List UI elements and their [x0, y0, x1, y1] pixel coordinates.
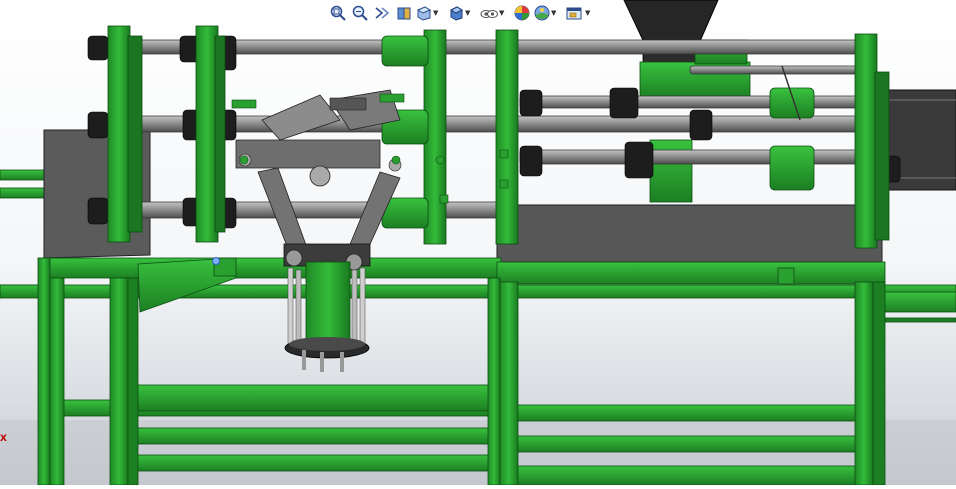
reference-triad: X: [0, 434, 7, 444]
zoom-to-fit-icon: [330, 5, 346, 21]
zoom-to-area-button[interactable]: [350, 3, 370, 23]
edit-appearance-button[interactable]: [512, 3, 532, 23]
view-orientation-button[interactable]: ▼: [416, 3, 446, 23]
chevron-down-icon: ▼: [585, 9, 591, 17]
apply-scene-button[interactable]: ▼: [534, 3, 564, 23]
view-settings-button[interactable]: ▼: [566, 3, 596, 23]
right-table-plate: [496, 204, 883, 263]
display-style-button[interactable]: ▼: [448, 3, 478, 23]
apply-scene-icon: [534, 5, 550, 21]
cad-model-view: [0, 0, 956, 486]
frame-tab: [777, 267, 795, 285]
view-settings-icon: [566, 7, 582, 20]
previous-view-icon: [375, 7, 390, 19]
section-view-icon: [397, 7, 411, 20]
hide-show-items-button[interactable]: ▼: [480, 3, 510, 23]
previous-view-button[interactable]: [372, 3, 392, 23]
view-orientation-icon: [416, 6, 432, 21]
zoom-to-area-icon: [352, 5, 368, 21]
edit-appearance-icon: [514, 5, 530, 21]
hide-show-items-icon: [480, 10, 498, 18]
chevron-down-icon: ▼: [433, 9, 439, 17]
mold-unit: [283, 243, 371, 372]
triad-x-label: X: [0, 434, 7, 444]
display-style-icon: [449, 6, 464, 21]
chevron-down-icon: ▼: [499, 9, 505, 17]
heads-up-view-toolbar: ▼ ▼ ▼ ▼ ▼: [328, 2, 596, 24]
zoom-to-fit-button[interactable]: [328, 3, 348, 23]
chevron-down-icon: ▼: [551, 9, 557, 17]
chevron-down-icon: ▼: [465, 9, 471, 17]
graphics-viewport[interactable]: [0, 0, 956, 486]
section-view-button[interactable]: [394, 3, 414, 23]
